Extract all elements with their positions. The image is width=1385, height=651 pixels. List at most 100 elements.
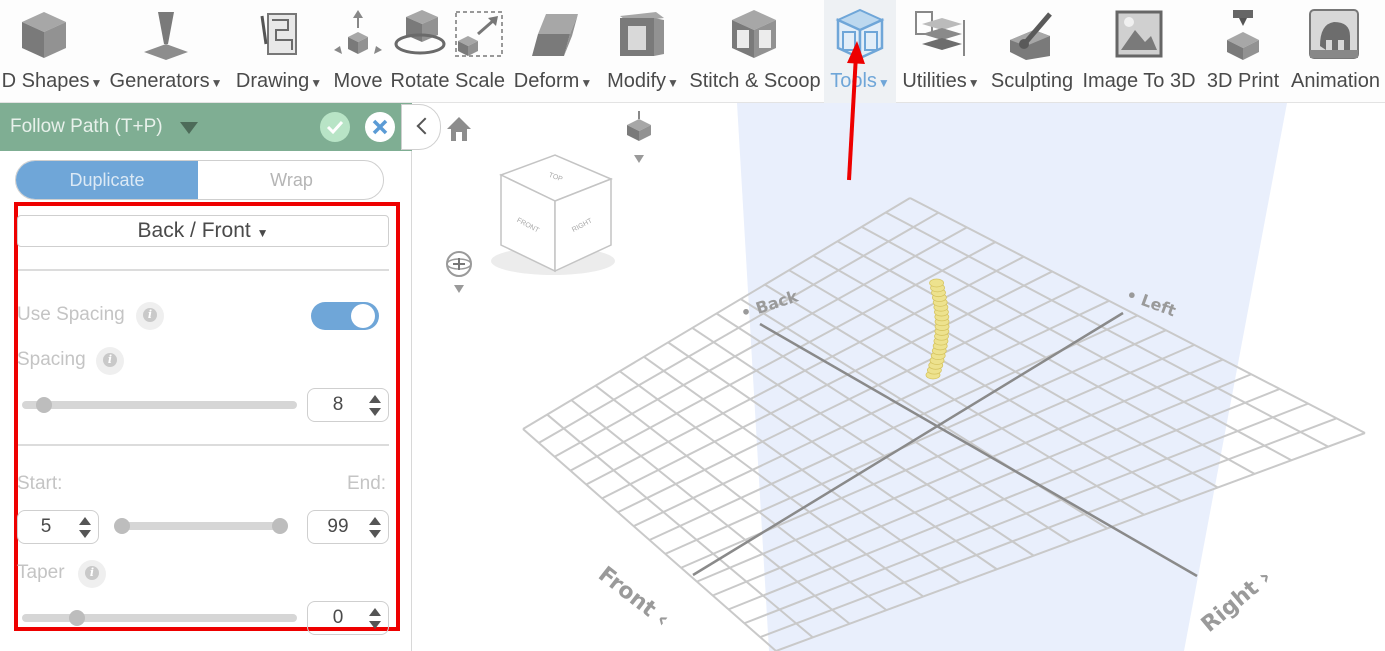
toolbar-3d-print[interactable]: 3D Print — [1200, 0, 1286, 103]
toolbar-utilities[interactable]: Utilities▼ — [896, 0, 986, 103]
spacing-stepper[interactable]: 8 — [307, 388, 389, 422]
range-start-thumb[interactable] — [114, 518, 130, 534]
3d-print-icon — [1227, 10, 1259, 60]
caret-icon: ▼ — [256, 226, 269, 240]
start-label: Start: — [17, 473, 63, 494]
toolbar-label: Rotate — [390, 70, 450, 92]
divider — [18, 444, 389, 446]
use-spacing-label: Use Spacing — [17, 304, 125, 325]
grid-label-front: Front ‹ — [593, 562, 673, 632]
direction-dropdown[interactable]: Back / Front ▼ — [17, 215, 389, 247]
toolbar-rotate[interactable]: Rotate — [386, 0, 454, 103]
stepper-down-icon[interactable] — [369, 408, 381, 416]
stepper-up-icon[interactable] — [369, 608, 381, 616]
close-icon — [372, 119, 388, 135]
main-toolbar: D Shapes▼ Generators▼ Drawing▼ Move Rota… — [0, 0, 1385, 103]
stepper-up-icon[interactable] — [369, 517, 381, 525]
end-stepper[interactable]: 99 — [307, 510, 389, 544]
stepper-down-icon[interactable] — [369, 621, 381, 629]
annotation-arrow-icon — [847, 41, 865, 181]
cube-icon — [22, 12, 66, 58]
move-icon — [334, 10, 382, 54]
panel-dropdown-icon[interactable] — [180, 122, 198, 134]
apply-button[interactable] — [320, 112, 350, 142]
taper-slider-thumb[interactable] — [69, 610, 85, 626]
caret-icon: ▼ — [90, 76, 103, 90]
mode-toggle: Duplicate Wrap — [15, 160, 384, 200]
toolbar-label: Animation — [1291, 70, 1380, 92]
stepper-down-icon[interactable] — [79, 530, 91, 538]
toolbar-label: Deform — [513, 70, 580, 92]
caret-icon: ▼ — [580, 76, 593, 90]
camera-view-icon[interactable] — [627, 111, 651, 163]
tab-wrap[interactable]: Wrap — [198, 161, 383, 199]
stepper-down-icon[interactable] — [369, 530, 381, 538]
app-window: { "toolbar": { "items": [ {"label": "D S… — [0, 0, 1385, 651]
workplane — [737, 103, 1287, 651]
orbit-icon[interactable] — [446, 251, 472, 293]
spacing-label: Spacing — [17, 349, 86, 370]
toolbar-image-to-3d[interactable]: Image To 3D — [1078, 0, 1200, 103]
spacing-value: 8 — [332, 394, 344, 415]
toolbar-label: Generators — [109, 70, 210, 92]
taper-stepper[interactable]: 0 — [307, 601, 389, 635]
model-segment — [929, 278, 944, 288]
animation-icon — [1309, 9, 1359, 59]
toolbar-drawing[interactable]: Drawing▼ — [228, 0, 330, 103]
home-icon[interactable] — [447, 117, 471, 141]
toolbar-label: Drawing — [235, 70, 310, 92]
divider — [18, 269, 389, 271]
cancel-button[interactable] — [365, 112, 395, 142]
info-icon[interactable]: i — [78, 560, 106, 588]
toolbar-animation[interactable]: Animation — [1286, 0, 1385, 103]
use-spacing-toggle[interactable] — [311, 302, 379, 330]
caret-icon: ▼ — [667, 76, 679, 90]
toolbar-label: 3D Print — [1206, 70, 1280, 92]
toolbar-deform[interactable]: Deform▼ — [506, 0, 600, 103]
info-icon[interactable]: i — [96, 347, 124, 375]
image-to-3d-icon — [1115, 10, 1163, 58]
stepper-up-icon[interactable] — [79, 517, 91, 525]
toolbar-stitch-scoop[interactable]: Stitch & Scoop — [686, 0, 824, 103]
info-icon[interactable]: i — [136, 302, 164, 330]
toolbar-modify[interactable]: Modify▼ — [600, 0, 686, 103]
taper-slider-track[interactable] — [22, 614, 297, 622]
caret-icon: ▼ — [877, 76, 890, 90]
toolbar-label: D Shapes — [1, 70, 90, 92]
deform-icon — [532, 14, 578, 56]
check-icon — [326, 120, 344, 135]
toolbar-scale[interactable]: Scale — [454, 0, 506, 103]
stepper-up-icon[interactable] — [369, 395, 381, 403]
tab-duplicate[interactable]: Duplicate — [16, 161, 198, 199]
panel-title: Follow Path (T+P) — [10, 116, 163, 137]
drawing-icon — [260, 13, 297, 55]
toolbar-label: Stitch & Scoop — [689, 70, 821, 92]
scene-canvas[interactable]: • Back • Left Front ‹ Right › TOP FRONT … — [413, 103, 1385, 651]
range-end-thumb[interactable] — [272, 518, 288, 534]
toolbar-label: Utilities — [902, 70, 967, 92]
modify-icon — [620, 12, 664, 56]
toolbar-label: Image To 3D — [1082, 70, 1196, 92]
collapse-panel-button[interactable] — [401, 104, 441, 150]
utilities-icon — [915, 11, 965, 56]
generator-icon — [144, 12, 188, 60]
toolbar-move[interactable]: Move — [330, 0, 386, 103]
chevron-left-icon — [416, 117, 434, 135]
range-slider-track[interactable] — [116, 522, 286, 530]
spacing-slider-track[interactable] — [22, 401, 297, 409]
view-cube[interactable]: TOP FRONT RIGHT — [491, 154, 615, 275]
start-stepper[interactable]: 5 — [17, 510, 99, 544]
toggle-knob — [351, 304, 375, 328]
toolbar-3d-shapes[interactable]: D Shapes▼ — [0, 0, 104, 103]
toolbar-sculpting[interactable]: Sculpting — [986, 0, 1078, 103]
scale-icon — [455, 11, 503, 57]
start-value: 5 — [40, 516, 52, 537]
rotate-icon — [394, 10, 446, 55]
toolbar-label: Move — [333, 70, 383, 92]
toolbar-generators[interactable]: Generators▼ — [104, 0, 228, 103]
spacing-slider-thumb[interactable] — [36, 397, 52, 413]
follow-path-panel: Follow Path (T+P) Duplicate Wrap Back / … — [0, 103, 412, 651]
3d-viewport[interactable]: • Back • Left Front ‹ Right › TOP FRONT … — [413, 103, 1385, 651]
panel-header: Follow Path (T+P) — [0, 103, 412, 151]
direction-value: Back / Front — [137, 219, 251, 242]
